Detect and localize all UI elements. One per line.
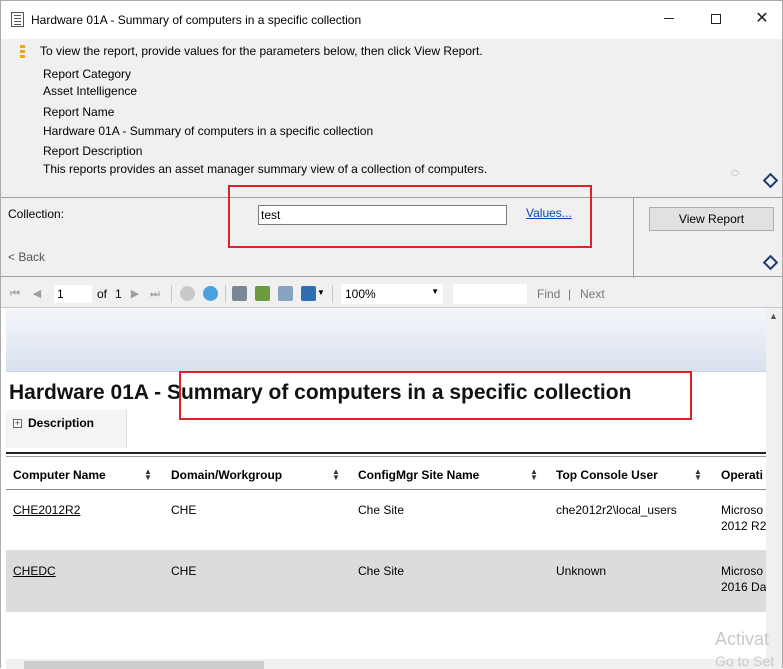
- divider: [6, 452, 766, 454]
- toolbar-separator: [332, 285, 333, 303]
- report-category-label: Report Category: [43, 67, 132, 81]
- page-total: 1: [115, 287, 122, 301]
- sort-icon[interactable]: ▲ ▼: [530, 468, 538, 482]
- find-input[interactable]: [453, 284, 527, 304]
- close-button[interactable]: ✕: [739, 1, 783, 39]
- current-page-input[interactable]: 1: [53, 284, 93, 304]
- info-icon: [17, 45, 27, 59]
- report-info-panel: To view the report, provide values for t…: [1, 39, 782, 197]
- pin-icon[interactable]: [763, 174, 775, 186]
- report-title-prefix: Hardware 01A -: [9, 381, 167, 404]
- report-description-value: This reports provides an asset manager s…: [43, 162, 488, 176]
- report-content: Hardware 01A - Summary of computers in a…: [1, 308, 782, 669]
- column-header-computer-name[interactable]: Computer Name: [13, 468, 106, 482]
- zoom-value: 100%: [345, 287, 376, 301]
- expand-icon: +: [13, 418, 22, 428]
- minimize-button[interactable]: [646, 1, 692, 39]
- instruction-text: To view the report, provide values for t…: [40, 44, 483, 58]
- console-user-cell: che2012r2\local_users: [556, 503, 677, 517]
- site-cell: Che Site: [358, 503, 405, 517]
- zoom-select[interactable]: 100% ▼: [341, 284, 443, 304]
- scroll-up-icon[interactable]: ▲: [769, 311, 778, 321]
- divider: [6, 456, 766, 457]
- report-description-label: Report Description: [43, 144, 143, 158]
- report-banner: [6, 308, 766, 372]
- previous-page-icon[interactable]: ◀: [31, 288, 43, 300]
- description-label: Description: [28, 416, 95, 430]
- maximize-button[interactable]: [693, 1, 739, 39]
- stop-icon[interactable]: [180, 286, 195, 301]
- computer-name-link[interactable]: CHEDC: [13, 563, 56, 579]
- pin-icon[interactable]: [763, 256, 775, 268]
- report-toolbar: ⏮ ◀ 1 of 1 ▶ ⏭ ▼ 100% ▼ Find | Next: [1, 280, 782, 308]
- column-header-site-name[interactable]: ConfigMgr Site Name: [358, 468, 479, 482]
- table-row: CHE2012R2 CHE Che Site che2012r2\local_u…: [6, 490, 776, 551]
- sort-icon[interactable]: ▲ ▼: [332, 468, 340, 482]
- site-cell: Che Site: [358, 564, 405, 578]
- report-name-value: Hardware 01A - Summary of computers in a…: [43, 124, 374, 138]
- next-page-icon[interactable]: ▶: [129, 288, 141, 300]
- view-report-button[interactable]: View Report: [649, 207, 774, 231]
- maximize-icon: [711, 13, 721, 24]
- last-page-icon[interactable]: ⏭: [149, 288, 161, 300]
- collection-label: Collection:: [8, 207, 65, 221]
- page-setup-icon[interactable]: [278, 286, 293, 301]
- report-name-label: Report Name: [43, 105, 115, 119]
- find-separator: |: [568, 287, 572, 301]
- table-row: CHEDC CHE Che Site Unknown Microso 2016 …: [6, 551, 776, 612]
- highlight-box: [179, 371, 692, 420]
- export-dropdown-icon[interactable]: ▼: [317, 288, 325, 297]
- export-icon[interactable]: [301, 286, 316, 301]
- column-header-operating-system[interactable]: Operati: [721, 468, 763, 482]
- find-button[interactable]: Find: [537, 287, 560, 301]
- console-user-cell: Unknown: [556, 564, 607, 578]
- first-page-icon[interactable]: ⏮: [9, 288, 21, 300]
- column-header-console-user[interactable]: Top Console User: [556, 468, 658, 482]
- report-viewer-window: Hardware 01A - Summary of computers in a…: [0, 0, 783, 669]
- back-link[interactable]: < Back: [8, 250, 45, 264]
- sort-icon[interactable]: ▲ ▼: [694, 468, 702, 482]
- close-icon: ✕: [755, 10, 769, 27]
- activation-watermark: Activat: [715, 629, 770, 649]
- vertical-scrollbar[interactable]: ▲: [766, 308, 782, 669]
- computer-name-link[interactable]: CHE2012R2: [13, 502, 80, 518]
- title-bar: Hardware 01A - Summary of computers in a…: [1, 1, 782, 39]
- window-title: Hardware 01A - Summary of computers in a…: [31, 13, 362, 27]
- panel-divider: [633, 198, 634, 278]
- report-app-icon: [11, 12, 24, 27]
- report-category-value: Asset Intelligence: [43, 84, 138, 98]
- minimize-icon: [664, 18, 674, 20]
- activation-watermark-sub: Go to Set: [715, 653, 775, 669]
- toolbar-separator: [171, 285, 172, 303]
- refresh-icon[interactable]: [203, 286, 218, 301]
- toolbar-separator: [225, 285, 226, 303]
- domain-cell: CHE: [171, 503, 197, 517]
- find-next-button[interactable]: Next: [580, 287, 605, 301]
- print-icon[interactable]: [232, 286, 247, 301]
- highlight-box: [228, 185, 592, 248]
- print-layout-icon[interactable]: [255, 286, 270, 301]
- domain-cell: CHE: [171, 564, 197, 578]
- sort-icon[interactable]: ▲ ▼: [144, 468, 152, 482]
- chevron-down-icon: ▼: [431, 287, 439, 296]
- info-scroll-icon[interactable]: ︿ ﹀: [729, 165, 741, 183]
- column-header-domain[interactable]: Domain/Workgroup: [171, 468, 282, 482]
- description-toggle[interactable]: + Description: [6, 410, 127, 448]
- page-of-label: of: [97, 287, 108, 301]
